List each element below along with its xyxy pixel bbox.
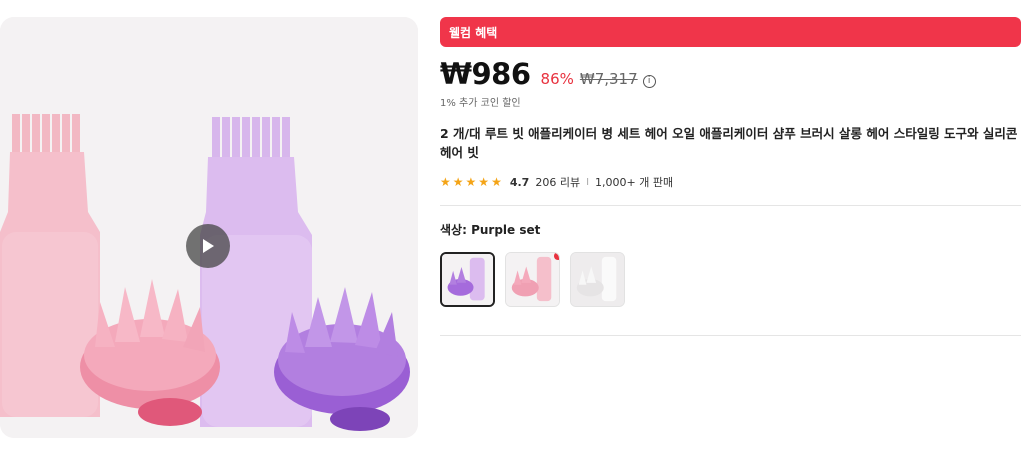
current-price: ₩986: [440, 57, 531, 91]
divider: [440, 335, 1021, 336]
color-label-prefix: 색상:: [440, 223, 467, 237]
star-icon: ★: [452, 175, 464, 189]
selected-color: Purple set: [471, 223, 541, 237]
info-icon[interactable]: i: [642, 75, 656, 88]
separator: I: [586, 176, 590, 188]
swatch-image: [571, 253, 624, 306]
coin-discount-note: 1% 추가 코인 할인: [440, 98, 521, 109]
video-play-button[interactable]: [186, 224, 230, 268]
divider: [440, 205, 1021, 206]
star-icon: ★: [440, 175, 451, 189]
star-rating: ★ ★ ★ ★ ★: [440, 175, 502, 189]
swatch-pink-set[interactable]: [505, 252, 560, 307]
color-swatches: [440, 252, 1021, 307]
swatch-white-set[interactable]: [570, 252, 625, 307]
color-label: 색상: Purple set: [440, 221, 1021, 238]
rating-row[interactable]: ★ ★ ★ ★ ★ 4.7 206 리뷰 I 1,000+ 개 판매: [440, 174, 1021, 190]
star-icon: ★: [478, 175, 490, 189]
product-title: 2 개/대 루트 빗 애플리케이터 병 세트 헤어 오일 애플리케이터 샴푸 브…: [440, 126, 1018, 160]
star-icon: ★: [491, 175, 502, 189]
review-count[interactable]: 206 리뷰: [535, 174, 580, 190]
welcome-benefit-label: 웰컴 혜택: [449, 25, 498, 40]
product-info: 웰컴 혜택 ₩986 86% ₩7,317 i 1% 추가 코인 할인 2 개/…: [440, 17, 1021, 336]
fire-icon: [554, 253, 559, 260]
discount-percent: 86%: [540, 70, 574, 88]
star-icon: ★: [465, 175, 477, 189]
swatch-image: [442, 254, 493, 305]
price-row: ₩986 86% ₩7,317 i: [440, 57, 1021, 93]
welcome-benefit-banner[interactable]: 웰컴 혜택: [440, 17, 1021, 47]
play-icon: [203, 239, 214, 253]
original-price: ₩7,317: [579, 70, 638, 88]
swatch-purple-set[interactable]: [440, 252, 495, 307]
sold-count: 1,000+ 개 판매: [595, 176, 674, 189]
swatch-image: [506, 253, 559, 306]
product-gallery[interactable]: [0, 17, 418, 438]
rating-value: 4.7: [509, 175, 530, 189]
